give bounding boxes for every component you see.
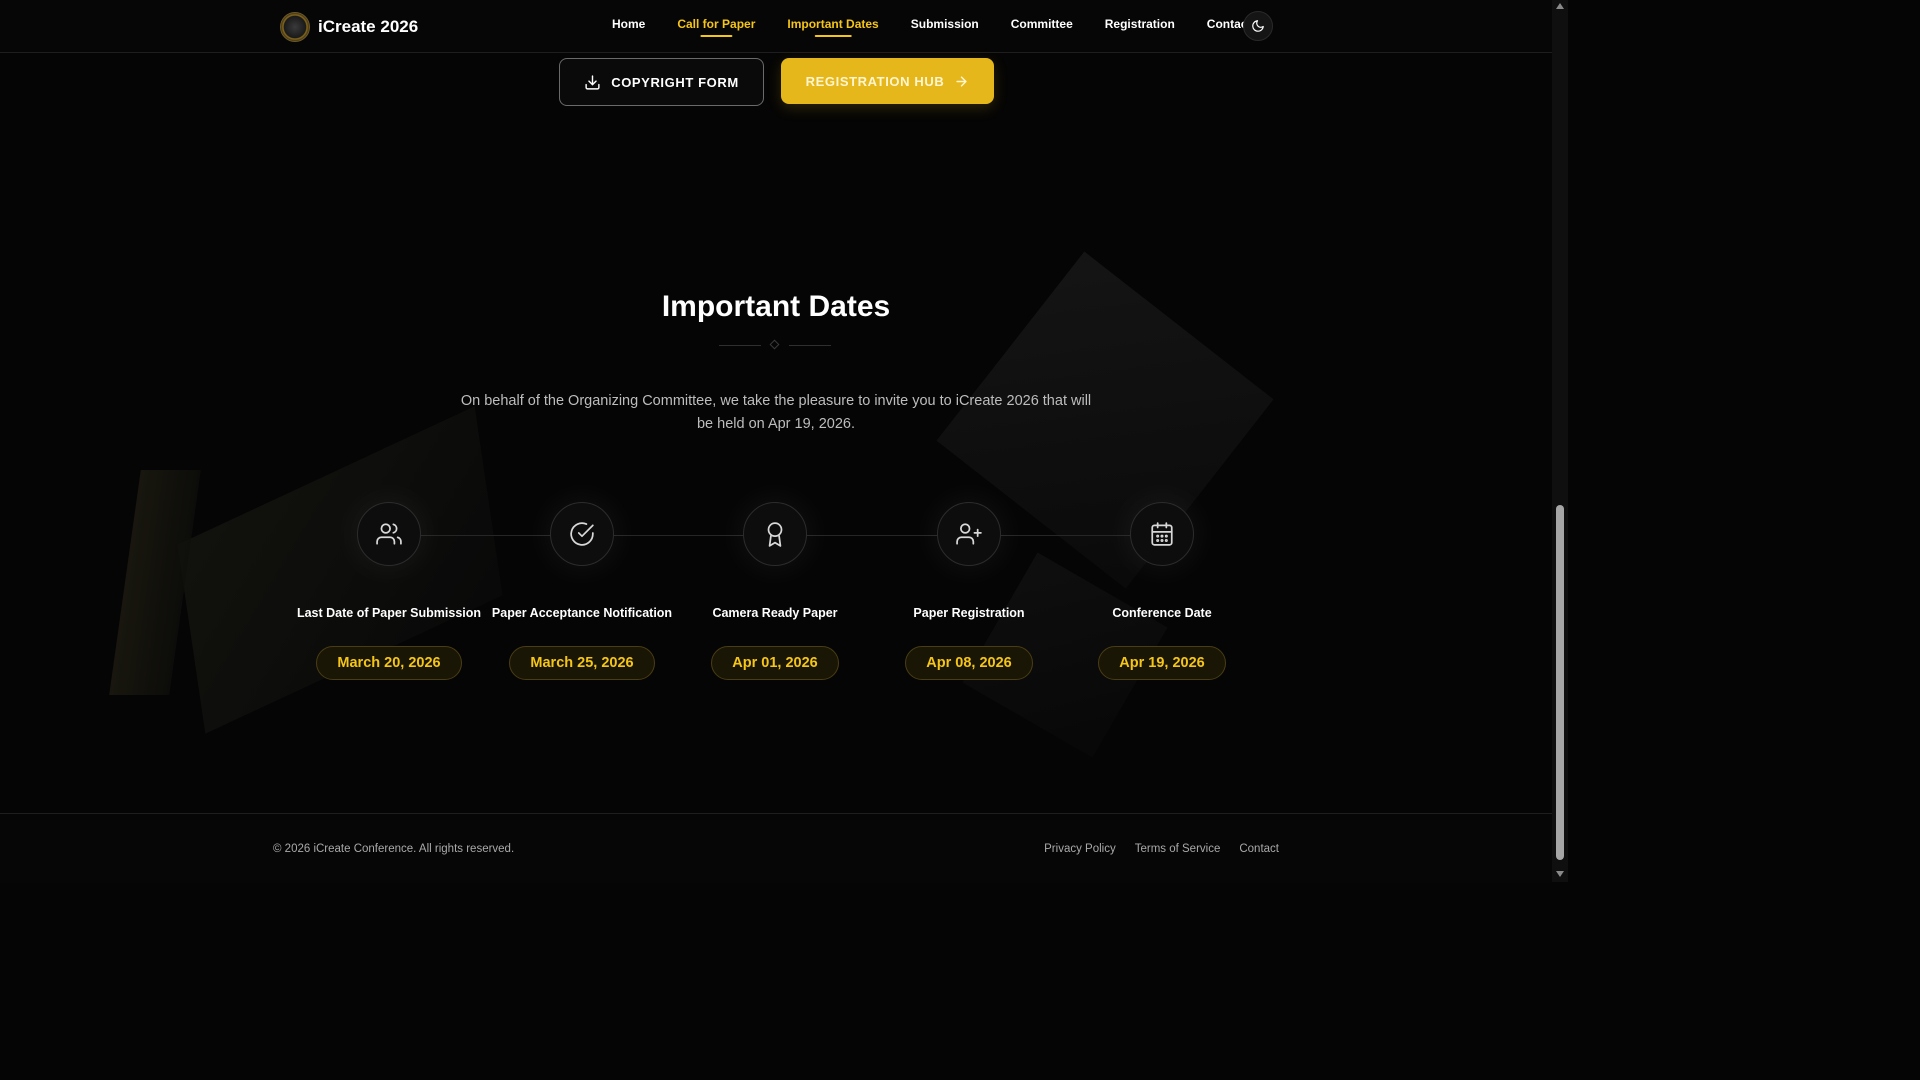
brand-name: iCreate 2026 [318, 17, 419, 36]
nav-registration[interactable]: Registration [1105, 17, 1175, 35]
date-icon-wrap [1130, 502, 1194, 566]
date-label: Last Date of Paper Submission [296, 606, 482, 620]
theme-toggle-button[interactable] [1243, 11, 1273, 41]
logo-emblem-icon [280, 12, 310, 42]
brand-logo[interactable]: iCreate 2026 [280, 12, 418, 42]
users-icon [376, 523, 402, 545]
date-icon-wrap [550, 502, 614, 566]
date-label: Paper Registration [913, 606, 1025, 620]
site-footer: © 2026 iCreate Conference. All rights re… [0, 813, 1552, 883]
nav-submission[interactable]: Submission [911, 17, 979, 35]
nav-important-dates[interactable]: Important Dates [787, 17, 878, 35]
calendar-icon [1151, 522, 1173, 546]
copyright-form-button[interactable]: COPYRIGHT FORM [559, 58, 764, 106]
section-title: Important Dates [661, 290, 891, 323]
date-item-camera-ready: Camera Ready Paper Apr 01, 2026 [680, 502, 870, 680]
footer-links: Privacy Policy Terms of Service Contact [1044, 843, 1279, 855]
footer-link-terms[interactable]: Terms of Service [1135, 843, 1221, 855]
date-badge: March 20, 2026 [316, 646, 462, 680]
arrow-right-icon [956, 75, 967, 87]
date-badge: Apr 19, 2026 [1098, 646, 1226, 680]
nav-call-for-paper[interactable]: Call for Paper [677, 17, 755, 35]
date-icon-wrap [357, 502, 421, 566]
site-header: iCreate 2026 Home Call for Paper Importa… [0, 0, 1552, 53]
user-plus-icon [956, 523, 982, 545]
date-icon-wrap [743, 502, 807, 566]
copyright-form-label: COPYRIGHT FORM [611, 74, 739, 90]
footer-link-privacy[interactable]: Privacy Policy [1044, 843, 1116, 855]
divider-diamond-icon [769, 339, 780, 350]
award-icon [767, 522, 783, 547]
scroll-up-arrow-icon[interactable] [1556, 3, 1564, 9]
check-circle-icon [570, 522, 594, 546]
date-badge: March 25, 2026 [509, 646, 655, 680]
section-intro: On behalf of the Organizing Committee, w… [460, 393, 1092, 432]
date-label: Conference Date [1112, 606, 1212, 620]
date-badge: Apr 01, 2026 [711, 646, 839, 680]
date-badge: Apr 08, 2026 [905, 646, 1033, 680]
main-nav: Home Call for Paper Important Dates Subm… [612, 17, 1283, 35]
background-post-shape [109, 470, 201, 695]
copyright-text: © 2026 iCreate Conference. All rights re… [273, 843, 515, 855]
footer-link-contact[interactable]: Contact [1239, 843, 1279, 855]
date-item-conference: Conference Date Apr 19, 2026 [1067, 502, 1257, 680]
page-scrollbar[interactable] [1552, 0, 1568, 882]
scroll-thumb[interactable] [1556, 505, 1564, 860]
title-divider [719, 339, 831, 350]
nav-committee[interactable]: Committee [1011, 17, 1073, 35]
moon-icon [1252, 20, 1264, 32]
scroll-down-arrow-icon[interactable] [1556, 871, 1564, 877]
nav-home[interactable]: Home [612, 17, 645, 35]
date-icon-wrap [937, 502, 1001, 566]
date-label: Camera Ready Paper [712, 606, 838, 620]
registration-hub-label: REGISTRATION HUB [805, 73, 945, 89]
date-item-registration: Paper Registration Apr 08, 2026 [874, 502, 1064, 680]
download-icon [585, 74, 600, 90]
date-label: Paper Acceptance Notification [491, 606, 673, 620]
date-item-submission: Last Date of Paper Submission March 20, … [294, 502, 484, 680]
registration-hub-button[interactable]: REGISTRATION HUB [781, 58, 994, 104]
date-item-acceptance: Paper Acceptance Notification March 25, … [487, 502, 677, 680]
